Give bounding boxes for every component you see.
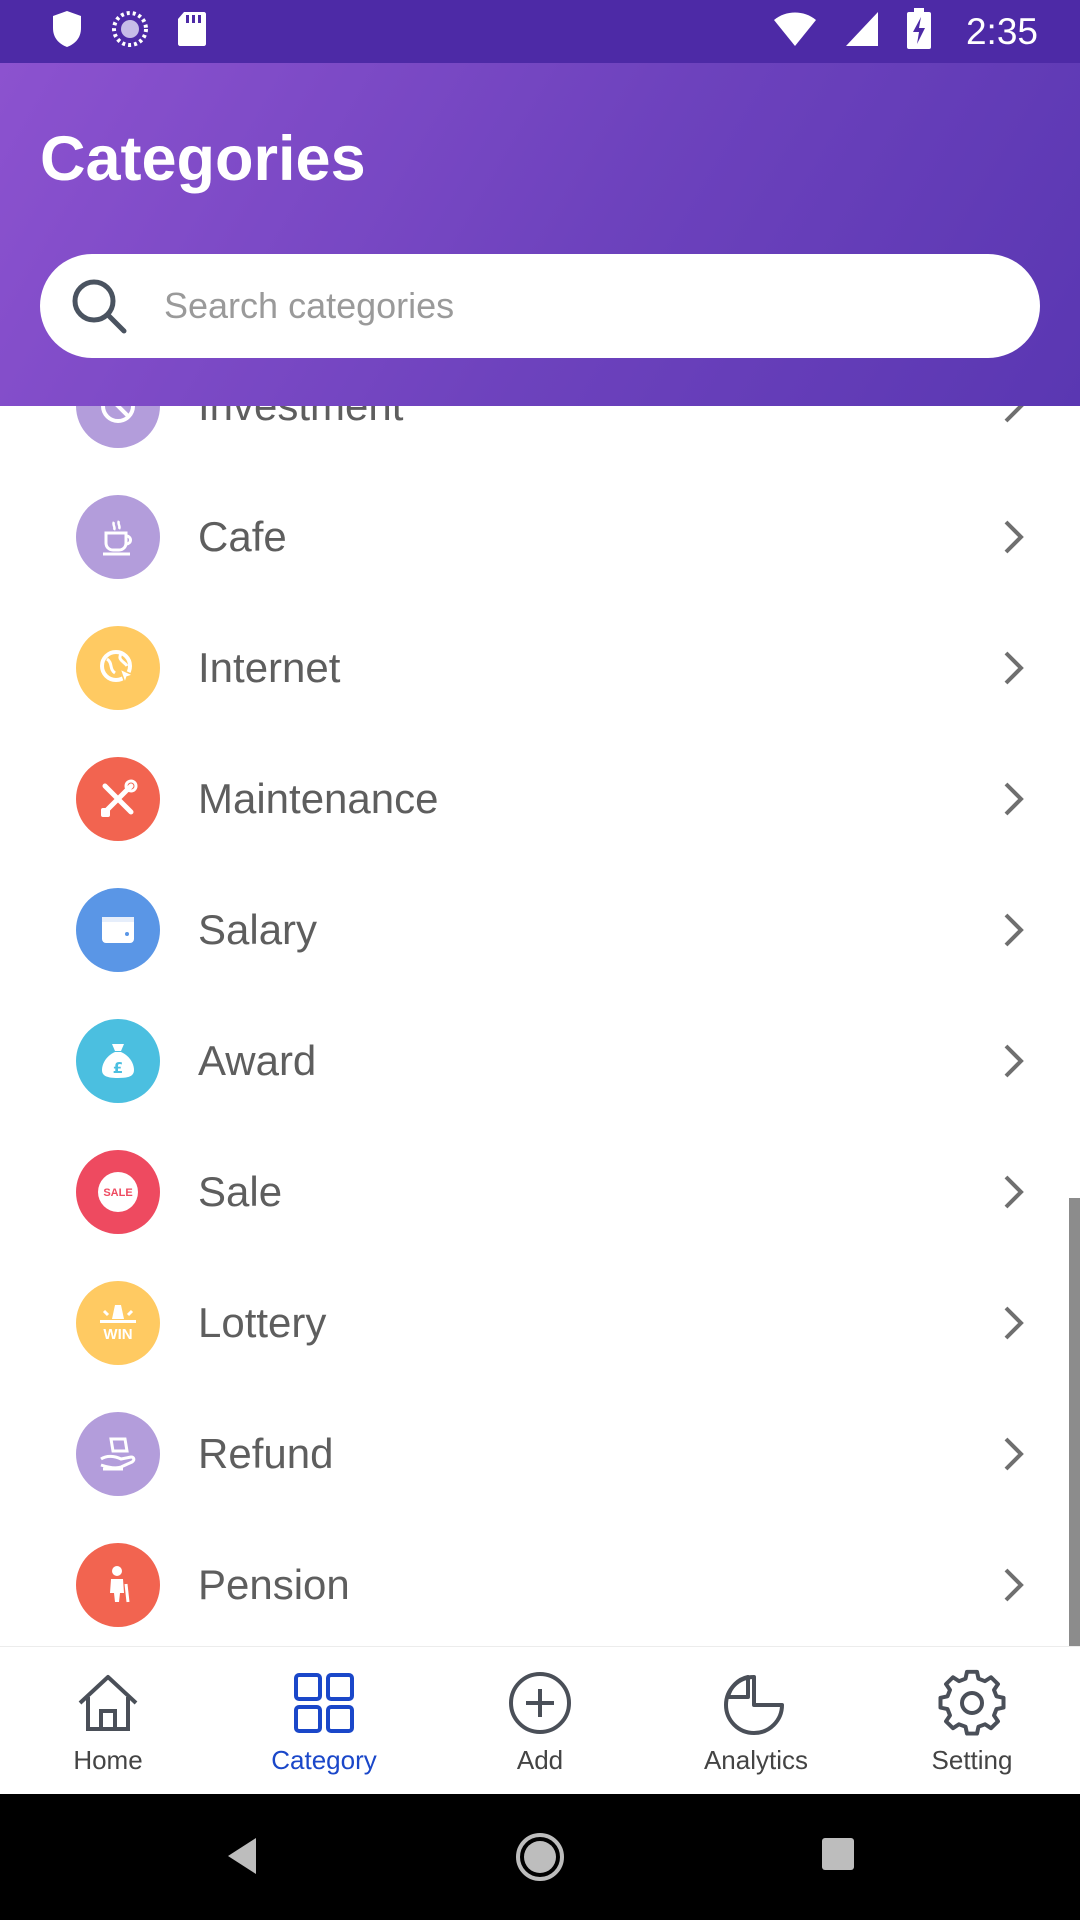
chevron-right-icon — [1000, 1565, 1028, 1605]
list-item-label: Internet — [198, 643, 341, 691]
list-item-label: Salary — [198, 905, 318, 953]
list-item-label: Lottery — [198, 1298, 327, 1346]
sale-badge-icon: SALE — [76, 1149, 160, 1234]
list-item-label: Award — [198, 1036, 317, 1084]
list-item-label: Cafe — [198, 512, 287, 560]
list-item-label: Maintenance — [198, 774, 439, 822]
search-bar[interactable] — [40, 254, 1040, 358]
nav-home[interactable]: Home — [0, 1647, 216, 1795]
signal-icon — [844, 10, 880, 53]
list-item-label: Refund — [198, 1429, 334, 1477]
list-item-sale[interactable]: SALE Sale — [0, 1126, 1080, 1257]
scrollbar[interactable] — [1069, 1198, 1080, 1646]
chevron-right-icon — [1000, 1172, 1028, 1212]
nav-add[interactable]: Add — [432, 1647, 648, 1795]
nav-analytics[interactable]: Analytics — [648, 1647, 864, 1795]
wifi-icon — [772, 10, 818, 53]
sync-icon — [110, 9, 150, 54]
plus-circle-icon — [504, 1667, 576, 1739]
list-item-award[interactable]: £ Award — [0, 995, 1080, 1126]
money-bag-icon: £ — [76, 1018, 160, 1103]
search-input[interactable] — [162, 284, 986, 328]
nav-label: Setting — [931, 1745, 1013, 1775]
win-icon: WIN — [76, 1280, 160, 1365]
chevron-right-icon — [1000, 1041, 1028, 1081]
chevron-right-icon — [1000, 648, 1028, 688]
svg-text:WIN: WIN — [103, 1326, 132, 1343]
status-bar: 2:35 — [0, 0, 1080, 63]
header: Categories — [0, 63, 1080, 406]
list-item-maintenance[interactable]: Maintenance — [0, 733, 1080, 864]
category-list[interactable]: Investment Cafe Internet Maintenance — [0, 406, 1080, 1646]
elderly-person-icon — [76, 1542, 160, 1627]
list-item-internet[interactable]: Internet — [0, 602, 1080, 733]
bottom-nav: Home Category Add Analytics Setting — [0, 1646, 1080, 1795]
home-button[interactable] — [515, 1832, 565, 1882]
system-nav-bar — [0, 1794, 1080, 1920]
list-item-label: Pension — [198, 1560, 350, 1608]
chevron-right-icon — [1000, 1303, 1028, 1343]
hand-money-icon — [76, 1411, 160, 1496]
nav-label: Analytics — [703, 1745, 809, 1775]
battery-charging-icon — [906, 8, 932, 55]
chevron-right-icon — [1000, 517, 1028, 557]
svg-text:£: £ — [113, 1059, 123, 1077]
wallet-icon — [76, 887, 160, 972]
chevron-right-icon — [1000, 406, 1028, 426]
list-item-investment[interactable]: Investment — [0, 406, 1080, 471]
recents-button[interactable] — [820, 1836, 856, 1872]
chevron-right-icon — [1000, 779, 1028, 819]
page-title: Categories — [40, 124, 366, 194]
home-icon — [72, 1667, 144, 1739]
status-left-icons — [50, 9, 208, 54]
list-item-cafe[interactable]: Cafe — [0, 471, 1080, 602]
sd-card-icon — [176, 10, 208, 53]
tools-icon — [76, 756, 160, 841]
list-item-pension[interactable]: Pension — [0, 1519, 1080, 1646]
back-button[interactable] — [224, 1836, 260, 1876]
gear-icon — [936, 1667, 1008, 1739]
list-item-refund[interactable]: Refund — [0, 1388, 1080, 1519]
list-item-salary[interactable]: Salary — [0, 864, 1080, 995]
nav-label: Home — [73, 1745, 143, 1775]
search-icon[interactable] — [68, 275, 130, 337]
clock: 2:35 — [965, 10, 1038, 52]
investment-icon — [76, 406, 160, 448]
pie-chart-icon — [720, 1667, 792, 1739]
status-right-icons: 2:35 — [772, 8, 1038, 55]
nav-setting[interactable]: Setting — [864, 1647, 1080, 1795]
coffee-cup-icon — [76, 494, 160, 579]
list-item-label: Investment — [198, 406, 403, 430]
svg-text:SALE: SALE — [103, 1187, 132, 1199]
list-item-lottery[interactable]: WIN Lottery — [0, 1257, 1080, 1388]
globe-cursor-icon — [76, 625, 160, 710]
nav-label: Add — [516, 1745, 564, 1775]
grid-icon — [288, 1667, 360, 1739]
chevron-right-icon — [1000, 910, 1028, 950]
nav-label: Category — [271, 1745, 377, 1775]
shield-icon — [50, 9, 84, 54]
list-item-label: Sale — [198, 1167, 283, 1215]
nav-category[interactable]: Category — [216, 1647, 432, 1795]
chevron-right-icon — [1000, 1434, 1028, 1474]
